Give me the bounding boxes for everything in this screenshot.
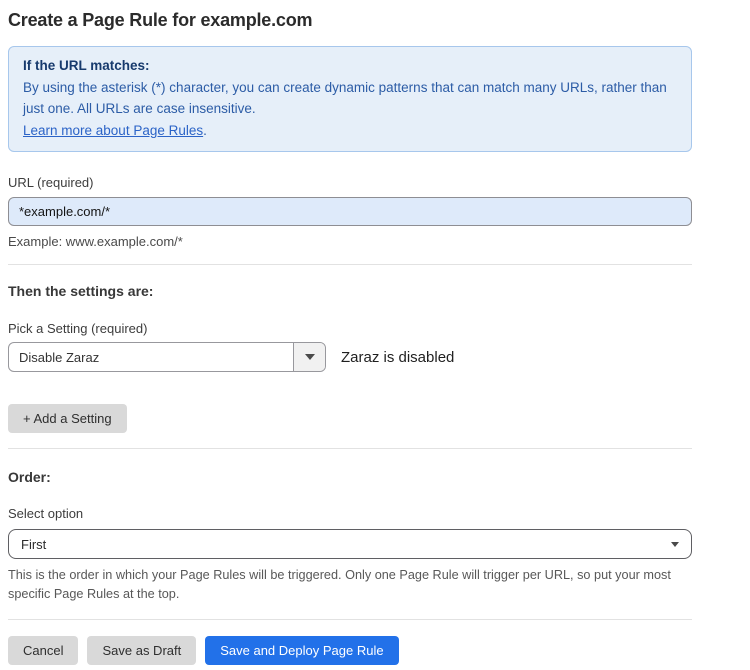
save-draft-button[interactable]: Save as Draft	[87, 636, 196, 665]
page-rule-form: Create a Page Rule for example.com If th…	[0, 0, 700, 665]
order-select[interactable]: First	[8, 529, 692, 559]
setting-row: Disable Zaraz Zaraz is disabled	[8, 342, 692, 372]
caret-down-icon	[305, 354, 315, 360]
info-box-heading: If the URL matches:	[23, 58, 677, 73]
url-example-text: Example: www.example.com/*	[8, 234, 692, 249]
settings-section-heading: Then the settings are:	[8, 283, 692, 299]
divider	[8, 448, 692, 449]
url-match-info-box: If the URL matches: By using the asteris…	[8, 46, 692, 152]
caret-down-icon	[671, 542, 679, 547]
setting-picker-label: Pick a Setting (required)	[8, 321, 692, 336]
divider	[8, 264, 692, 265]
link-suffix: .	[203, 123, 207, 138]
divider	[8, 619, 692, 620]
order-select-value: First	[21, 537, 46, 552]
setting-select[interactable]: Disable Zaraz	[8, 342, 326, 372]
info-link-line: Learn more about Page Rules.	[23, 121, 677, 141]
order-section-heading: Order:	[8, 469, 692, 485]
add-setting-button[interactable]: + Add a Setting	[8, 404, 127, 433]
save-deploy-button[interactable]: Save and Deploy Page Rule	[205, 636, 398, 665]
url-field-label: URL (required)	[8, 175, 692, 190]
page-title: Create a Page Rule for example.com	[8, 10, 692, 31]
url-input[interactable]	[8, 197, 692, 226]
form-actions: Cancel Save as Draft Save and Deploy Pag…	[8, 636, 692, 665]
setting-select-caret-button[interactable]	[293, 343, 325, 371]
cancel-button[interactable]: Cancel	[8, 636, 78, 665]
order-help-text: This is the order in which your Page Rul…	[8, 566, 692, 603]
info-box-body: By using the asterisk (*) character, you…	[23, 78, 671, 120]
learn-more-link[interactable]: Learn more about Page Rules	[23, 123, 203, 138]
setting-select-value: Disable Zaraz	[9, 343, 293, 371]
setting-status-text: Zaraz is disabled	[341, 349, 454, 366]
order-select-label: Select option	[8, 506, 692, 521]
